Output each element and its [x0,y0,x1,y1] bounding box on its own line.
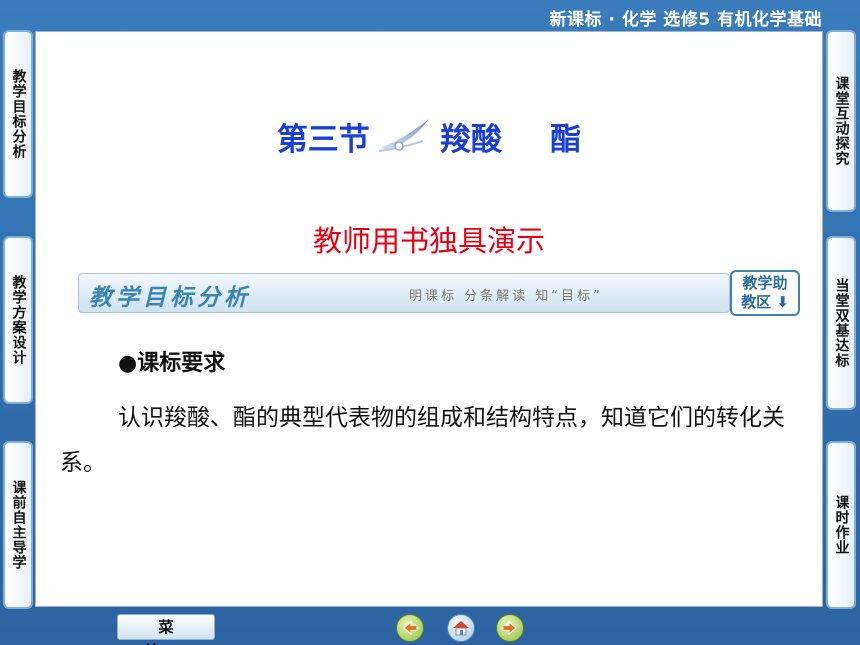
objectives-banner: 教学目标分析 明课标 分条解读 知“目标” [78,273,730,313]
back-button[interactable] [396,614,424,642]
nav-tab-teaching-objectives[interactable]: 教学目标分析 [3,30,33,198]
section-topic-ester: 酯 [550,122,582,158]
banner-title: 教学目标分析 [89,285,251,311]
nav-tab-classroom-inquiry[interactable]: 课堂互动探究 [826,30,856,212]
nav-tab-homework[interactable]: 课时作业 [826,441,856,609]
nav-tab-preview-guide[interactable]: 课前自主导学 [3,441,33,609]
forward-button[interactable] [496,614,524,642]
section-topic-acid: 羧酸 [440,122,502,158]
course-title: 新课标 · 化学 选修5 有机化学基础 [549,10,822,30]
menu-button[interactable]: 菜单 [117,614,215,645]
standard-requirement-heading: ●课标要求 [118,351,226,376]
standard-requirement-text: 认识羧酸、酯的典型代表物的组成和结构特点，知道它们的转化关系。 [60,405,785,476]
section-title: 第三节 羧酸 酯 [36,114,822,159]
content-panel: 第三节 羧酸 酯 教师用书独具演示 教学目标分析 明课标 分条解读 知“目标” … [36,32,822,606]
nav-tab-basic-check[interactable]: 当堂双基达标 [826,236,856,410]
section-number: 第三节 [276,122,370,158]
banner-slogan: 明课标 分条解读 知“目标” [409,289,603,304]
nav-tab-teaching-plan[interactable]: 教学方案设计 [3,236,33,404]
subtitle: 教师用书独具演示 [312,224,545,258]
assist-label-line1: 教学助 [742,274,788,292]
assist-label-line2: 教区 ⬇ [741,293,789,311]
back-arrow-icon [403,620,418,636]
header-bar: 新课标 · 化学 选修5 有机化学基础 [0,0,860,32]
home-icon [453,621,469,636]
swoosh-icon [378,118,429,152]
teaching-assist-button[interactable]: 教学助 教区 ⬇ [730,270,800,316]
home-button[interactable] [447,614,475,642]
forward-arrow-icon [502,620,517,636]
slide-window: 新课标 · 化学 选修5 有机化学基础 教学目标分析 教学方案设计 课前自主导学… [0,0,860,645]
